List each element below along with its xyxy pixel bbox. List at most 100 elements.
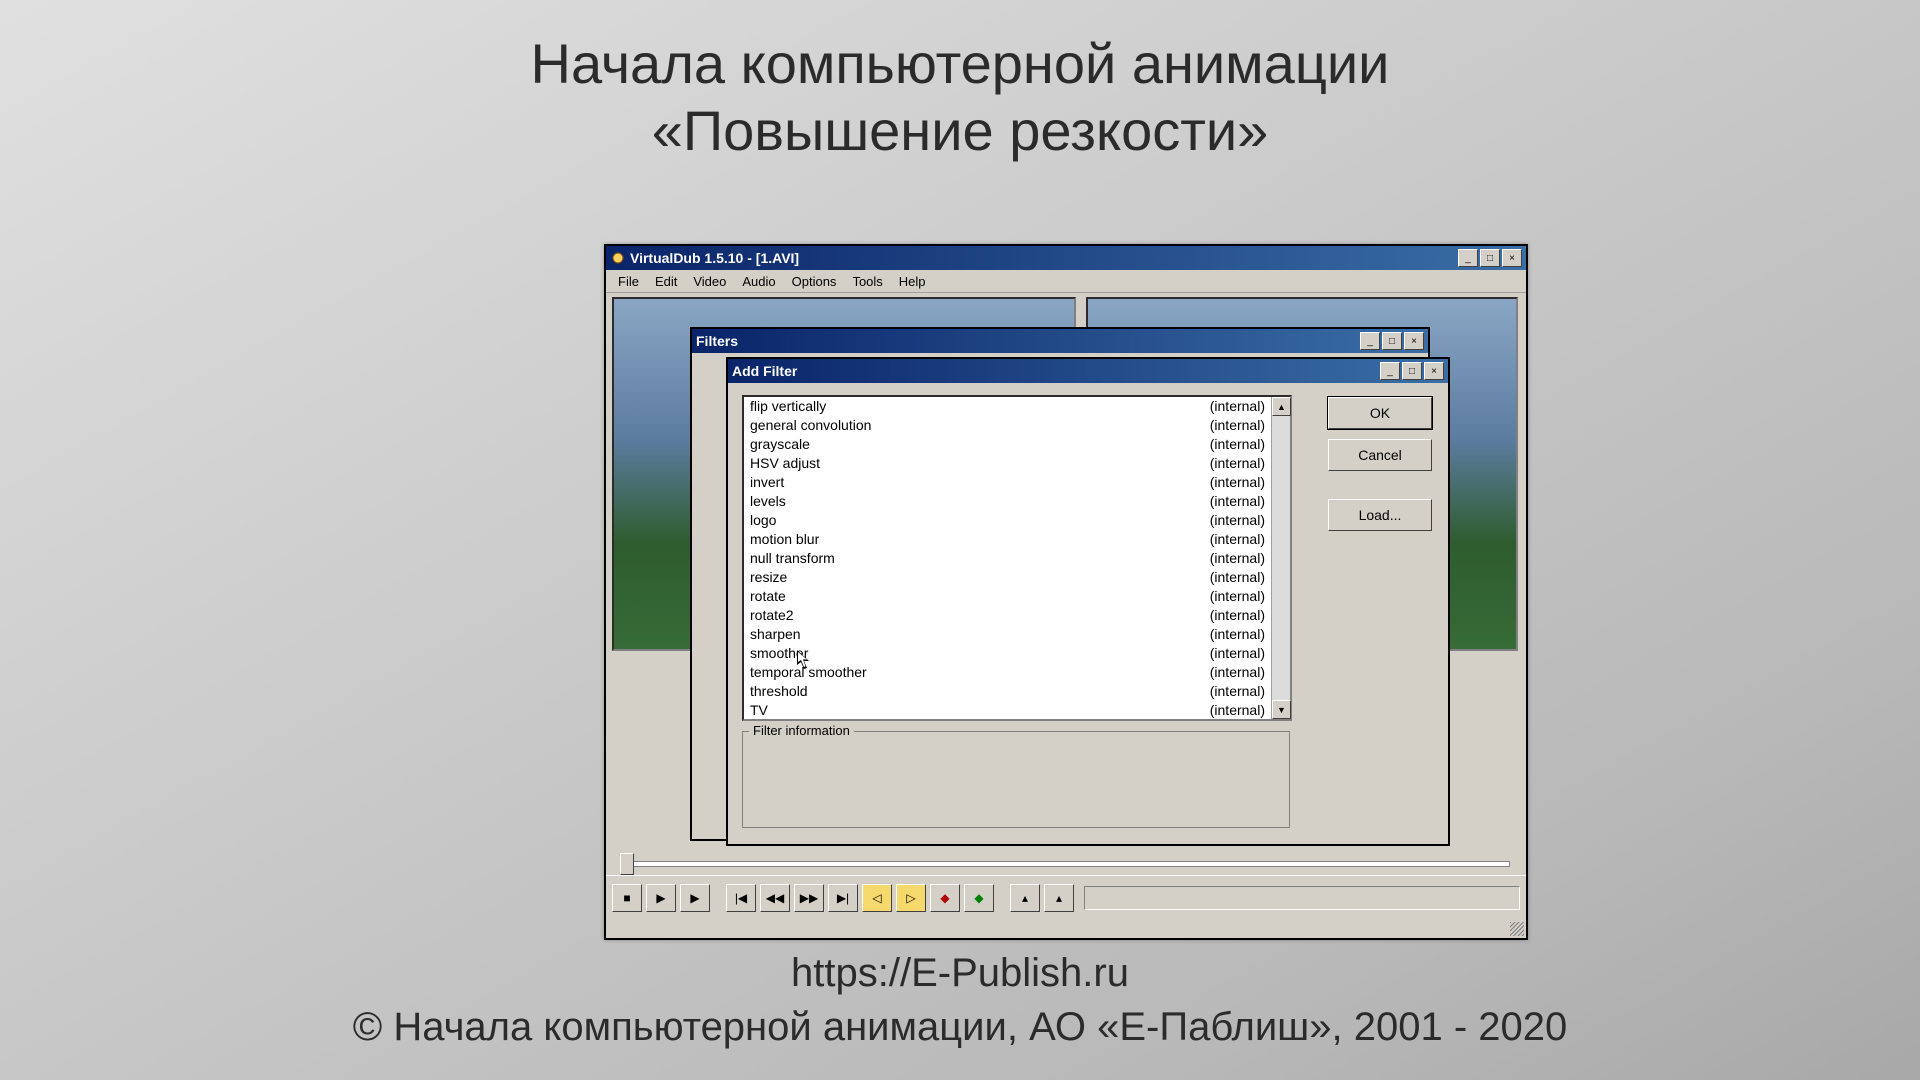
filter-name: resize	[750, 568, 787, 587]
slider-thumb[interactable]	[620, 853, 634, 875]
addfilter-close-button[interactable]: ×	[1424, 362, 1444, 380]
filter-source: (internal)	[1210, 530, 1265, 549]
list-item[interactable]: grayscale(internal)	[744, 435, 1271, 454]
ok-button[interactable]: OK	[1328, 397, 1432, 429]
list-item[interactable]: logo (internal)	[744, 511, 1271, 530]
slide-title: Начала компьютерной анимации «Повышение …	[0, 30, 1920, 164]
list-item[interactable]: smoother(internal)	[744, 644, 1271, 663]
key-next-button[interactable]: ▷	[896, 884, 926, 912]
filter-source: (internal)	[1210, 568, 1265, 587]
list-item[interactable]: motion blur (internal)	[744, 530, 1271, 549]
filters-close-button[interactable]: ×	[1404, 332, 1424, 350]
main-titlebar[interactable]: VirtualDub 1.5.10 - [1.AVI] _ □ ×	[606, 246, 1526, 270]
list-item[interactable]: levels(internal)	[744, 492, 1271, 511]
main-close-button[interactable]: ×	[1502, 249, 1522, 267]
list-item[interactable]: HSV adjust(internal)	[744, 454, 1271, 473]
list-item[interactable]: sharpen(internal)	[744, 625, 1271, 644]
filter-scrollbar[interactable]: ▲ ▼	[1271, 397, 1290, 719]
addfilter-maximize-button[interactable]: □	[1402, 362, 1422, 380]
addfilter-title-text: Add Filter	[732, 363, 1380, 379]
scene-prev-button[interactable]: ◆	[930, 884, 960, 912]
filter-source: (internal)	[1210, 435, 1265, 454]
menu-audio[interactable]: Audio	[734, 272, 783, 291]
scene-next-button[interactable]: ◆	[964, 884, 994, 912]
filters-minimize-button[interactable]: _	[1360, 332, 1380, 350]
menu-tools[interactable]: Tools	[844, 272, 890, 291]
menu-options[interactable]: Options	[784, 272, 845, 291]
slide-copyright: © Начала компьютерной анимации, АО «Е-Па…	[0, 1005, 1920, 1050]
menu-video[interactable]: Video	[685, 272, 734, 291]
step-back-button[interactable]: ◀◀	[760, 884, 790, 912]
list-item[interactable]: temporal smoother (internal)	[744, 663, 1271, 682]
filter-list-content: flip vertically(internal)general convolu…	[744, 397, 1271, 719]
filter-source: (internal)	[1210, 663, 1265, 682]
play-button[interactable]: ▶	[646, 884, 676, 912]
filter-source: (internal)	[1210, 549, 1265, 568]
filter-listbox[interactable]: flip vertically(internal)general convolu…	[742, 395, 1292, 721]
list-item[interactable]: invert (internal)	[744, 473, 1271, 492]
filter-source: (internal)	[1210, 625, 1265, 644]
slide-url: https://E-Publish.ru	[0, 951, 1920, 996]
list-item[interactable]: threshold (internal)	[744, 682, 1271, 701]
filter-source: (internal)	[1210, 454, 1265, 473]
filter-source: (internal)	[1210, 511, 1265, 530]
scroll-down-button[interactable]: ▼	[1272, 700, 1291, 719]
go-start-button[interactable]: |◀	[726, 884, 756, 912]
list-item[interactable]: general convolution(internal)	[744, 416, 1271, 435]
filter-name: temporal smoother	[750, 663, 867, 682]
cancel-button[interactable]: Cancel	[1328, 439, 1432, 471]
menu-help[interactable]: Help	[891, 272, 934, 291]
list-item[interactable]: rotate (internal)	[744, 587, 1271, 606]
filters-title-text: Filters	[696, 333, 1360, 349]
list-item[interactable]: resize (internal)	[744, 568, 1271, 587]
resize-grip-icon[interactable]	[1510, 922, 1524, 936]
list-item[interactable]: rotate2(internal)	[744, 606, 1271, 625]
filter-source: (internal)	[1210, 701, 1265, 719]
key-prev-button[interactable]: ◁	[862, 884, 892, 912]
add-filter-dialog: Add Filter _ □ × flip vertically (interna…	[726, 357, 1450, 846]
stop-button[interactable]: ■	[612, 884, 642, 912]
app-icon	[610, 250, 626, 266]
filter-name: logo	[750, 511, 776, 530]
filters-maximize-button[interactable]: □	[1382, 332, 1402, 350]
filter-name: rotate	[750, 587, 786, 606]
go-end-button[interactable]: ▶|	[828, 884, 858, 912]
filter-name: rotate2	[750, 606, 794, 625]
list-item[interactable]: null transform (internal)	[744, 549, 1271, 568]
mark-out-button[interactable]: ▴	[1044, 884, 1074, 912]
timeline-slider[interactable]	[612, 851, 1520, 875]
addfilter-body: flip vertically(internal)general convolu…	[728, 383, 1448, 844]
main-maximize-button[interactable]: □	[1480, 249, 1500, 267]
filter-name: TV	[750, 701, 768, 719]
filter-name: smoother	[750, 644, 808, 663]
main-title-text: VirtualDub 1.5.10 - [1.AVI]	[630, 250, 1458, 266]
list-item[interactable]: flip vertically (internal)	[744, 397, 1271, 416]
filter-information-label: Filter information	[749, 723, 854, 738]
status-field	[1084, 886, 1520, 910]
play-output-button[interactable]: ▶	[680, 884, 710, 912]
load-button[interactable]: Load...	[1328, 499, 1432, 531]
addfilter-minimize-button[interactable]: _	[1380, 362, 1400, 380]
step-forward-button[interactable]: ▶▶	[794, 884, 824, 912]
filters-titlebar[interactable]: Filters _ □ ×	[692, 329, 1428, 353]
filter-source: (internal)	[1210, 682, 1265, 701]
filter-name: flip vertically	[750, 397, 826, 416]
menu-file[interactable]: File	[610, 272, 647, 291]
mark-in-button[interactable]: ▴	[1010, 884, 1040, 912]
filter-name: threshold	[750, 682, 808, 701]
filter-name: motion blur	[750, 530, 819, 549]
menubar: File Edit Video Audio Options Tools Help	[606, 270, 1526, 293]
filter-source: (internal)	[1210, 473, 1265, 492]
filter-source: (internal)	[1210, 397, 1265, 416]
slide-title-line2: «Повышение резкости»	[0, 97, 1920, 164]
addfilter-titlebar[interactable]: Add Filter _ □ ×	[728, 359, 1448, 383]
filter-name: invert	[750, 473, 784, 492]
transport-toolbar: ■ ▶ ▶ |◀ ◀◀ ▶▶ ▶| ◁ ▷ ◆ ◆ ▴ ▴	[606, 875, 1526, 920]
filter-name: levels	[750, 492, 786, 511]
list-item[interactable]: TV (internal)	[744, 701, 1271, 719]
main-minimize-button[interactable]: _	[1458, 249, 1478, 267]
scroll-up-button[interactable]: ▲	[1272, 397, 1291, 416]
filter-name: null transform	[750, 549, 835, 568]
menu-edit[interactable]: Edit	[647, 272, 685, 291]
filter-source: (internal)	[1210, 587, 1265, 606]
